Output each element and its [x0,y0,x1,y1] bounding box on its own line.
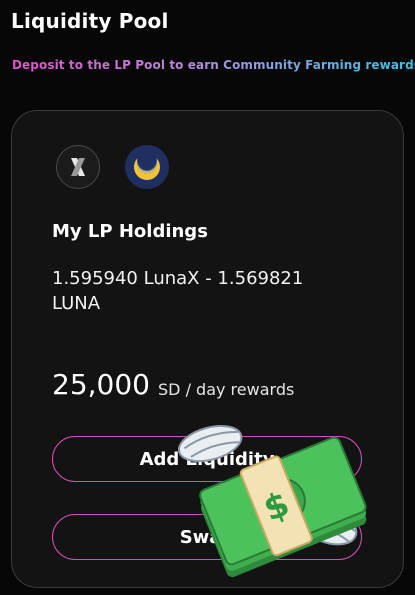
lunax-token-icon [56,145,100,189]
page-subtitle: Deposit to the LP Pool to earn Community… [12,58,415,72]
money-with-wings-icon: $ [168,402,368,582]
page-title: Liquidity Pool [11,9,169,33]
luna-token-icon [125,145,169,189]
holdings-value: 1.595940 LunaX - 1.569821 LUNA [52,268,304,314]
reward-label: SD / day rewards [158,380,295,399]
reward-amount: 25,000 [52,368,150,401]
holdings-title: My LP Holdings [52,221,208,242]
